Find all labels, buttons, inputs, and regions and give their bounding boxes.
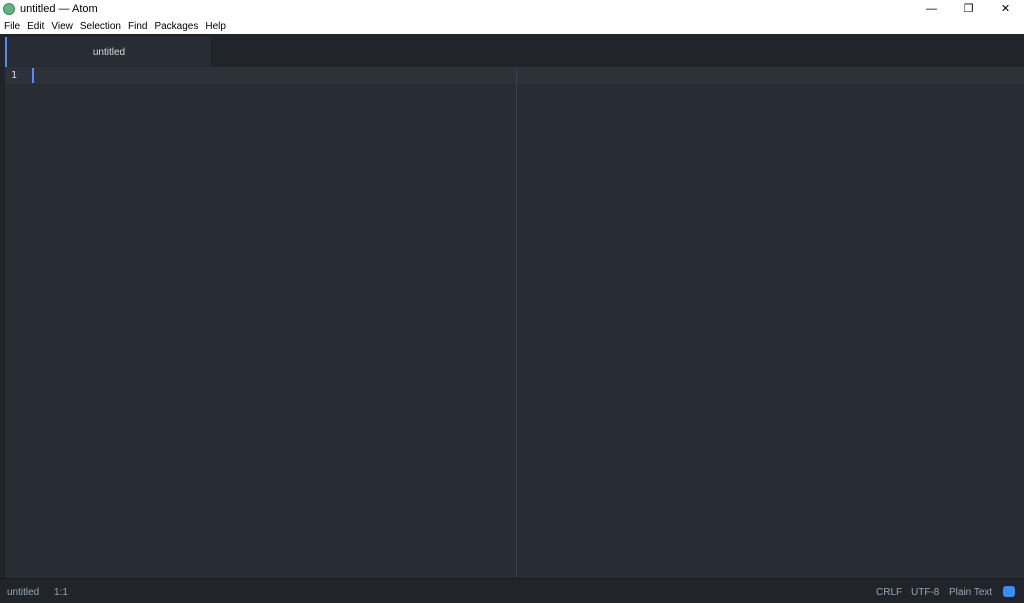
status-grammar[interactable]: Plain Text <box>949 587 992 598</box>
squirrel-update-icon[interactable] <box>1003 586 1015 597</box>
title-bar: untitled — Atom — ❐ ✕ <box>0 0 1024 18</box>
status-cursor-position[interactable]: 1:1 <box>54 587 68 598</box>
menu-find[interactable]: Find <box>128 21 147 32</box>
restore-button[interactable]: ❐ <box>950 0 987 18</box>
current-line-highlight <box>5 67 1024 84</box>
status-line-ending[interactable]: CRLF <box>876 587 902 598</box>
status-encoding[interactable]: UTF-8 <box>911 587 939 598</box>
status-bar: untitled 1:1 CRLF UTF-8 Plain Text <box>0 578 1024 603</box>
menu-help[interactable]: Help <box>205 21 226 32</box>
close-button[interactable]: ✕ <box>987 0 1024 18</box>
menu-selection[interactable]: Selection <box>80 21 121 32</box>
menu-packages[interactable]: Packages <box>154 21 198 32</box>
minimize-button[interactable]: — <box>913 0 950 18</box>
menu-edit[interactable]: Edit <box>27 21 44 32</box>
menu-bar: File Edit View Selection Find Packages H… <box>0 18 1024 34</box>
text-editor[interactable]: 1 <box>5 67 1024 578</box>
status-file-name[interactable]: untitled <box>7 587 39 598</box>
tab-bar: untitled <box>0 34 1024 67</box>
tab-untitled[interactable]: untitled <box>5 37 211 67</box>
menu-file[interactable]: File <box>4 21 20 32</box>
menu-view[interactable]: View <box>51 21 73 32</box>
atom-logo-icon <box>3 3 15 15</box>
window-title: untitled — Atom <box>20 3 98 15</box>
text-cursor <box>32 68 34 83</box>
line-number: 1 <box>11 70 18 81</box>
wrap-guide <box>516 67 517 578</box>
